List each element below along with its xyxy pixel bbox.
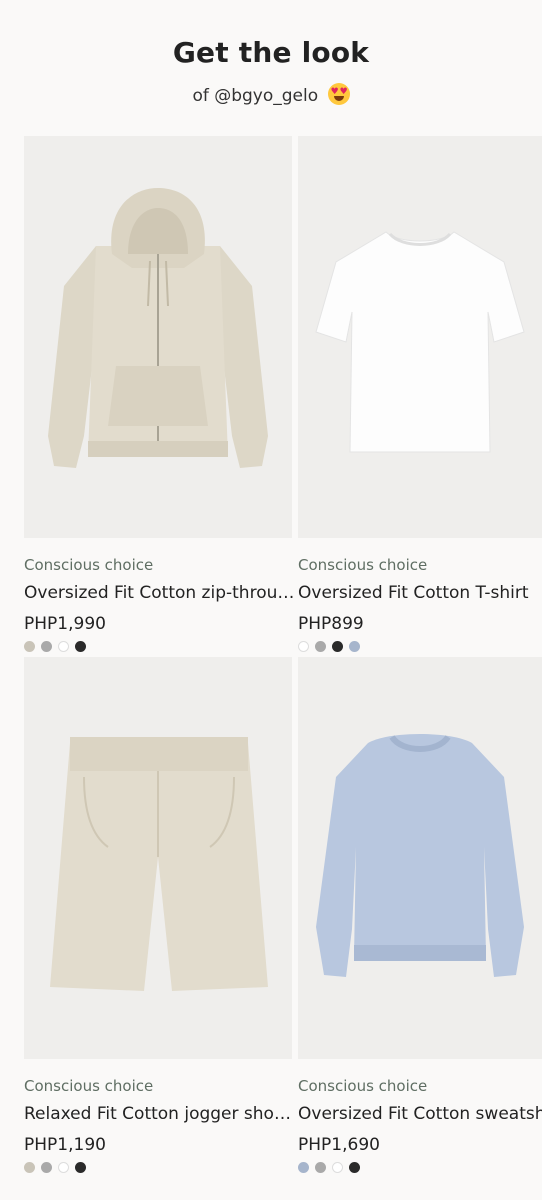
product-name-link[interactable]: Oversized Fit Cotton sweatshirt (298, 1104, 542, 1124)
product-price: PHP1,690 (298, 1135, 380, 1155)
color-swatch[interactable] (75, 641, 86, 652)
color-swatch[interactable] (298, 1162, 309, 1173)
color-swatch[interactable] (332, 641, 343, 652)
conscious-choice-label: Conscious choice (24, 1077, 154, 1095)
color-swatch[interactable] (349, 1162, 360, 1173)
product-name-link[interactable]: Relaxed Fit Cotton jogger shorts (24, 1104, 296, 1124)
color-swatch[interactable] (332, 1162, 343, 1173)
product-name-link[interactable]: Oversized Fit Cotton zip-through hoodie (24, 583, 296, 603)
page-subtitle: of @bgyo_gelo ♥ ♥ (0, 83, 542, 106)
color-swatches (24, 641, 86, 653)
subtitle-text: of @bgyo_gelo (192, 86, 319, 106)
conscious-choice-label: Conscious choice (298, 556, 428, 574)
product-image[interactable] (24, 657, 292, 1059)
color-swatch[interactable] (58, 1162, 69, 1173)
color-swatches (298, 1162, 360, 1174)
color-swatch[interactable] (75, 1162, 86, 1173)
color-swatch[interactable] (58, 641, 69, 652)
conscious-choice-label: Conscious choice (24, 556, 154, 574)
hoodie-image-icon (24, 136, 292, 538)
color-swatches (24, 1162, 86, 1174)
color-swatch[interactable] (298, 641, 309, 652)
product-price: PHP899 (298, 614, 364, 634)
look-header: Get the look of @bgyo_gelo ♥ ♥ (0, 0, 542, 135)
shorts-image-icon (24, 657, 292, 1059)
color-swatches (298, 641, 360, 653)
product-name-link[interactable]: Oversized Fit Cotton T-shirt (298, 583, 542, 603)
page-title: Get the look (172, 36, 370, 69)
color-swatch[interactable] (24, 641, 35, 652)
product-price: PHP1,990 (24, 614, 106, 634)
product-image[interactable] (24, 136, 292, 538)
color-swatch[interactable] (315, 1162, 326, 1173)
sweatshirt-image-icon (298, 657, 542, 1059)
heart-eyes-emoji-icon: ♥ ♥ (327, 83, 350, 105)
color-swatch[interactable] (24, 1162, 35, 1173)
color-swatch[interactable] (349, 641, 360, 652)
product-price: PHP1,190 (24, 1135, 106, 1155)
color-swatch[interactable] (41, 641, 52, 652)
color-swatch[interactable] (41, 1162, 52, 1173)
product-image[interactable] (298, 136, 542, 538)
product-image[interactable] (298, 657, 542, 1059)
conscious-choice-label: Conscious choice (298, 1077, 428, 1095)
tshirt-image-icon (298, 136, 542, 538)
color-swatch[interactable] (315, 641, 326, 652)
